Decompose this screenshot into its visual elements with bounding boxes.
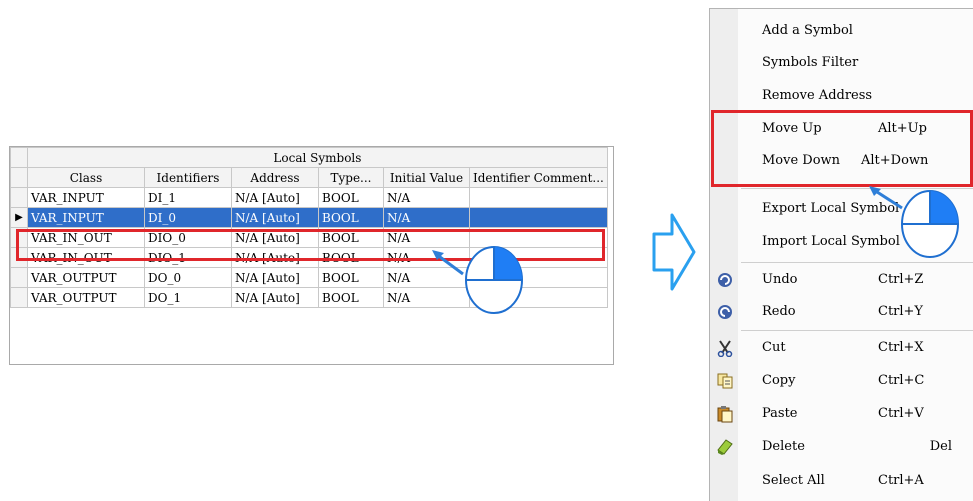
row-header[interactable] [10,287,28,308]
menu-item-paste[interactable]: Paste Ctrl+V [710,398,973,430]
copy-icon [717,373,733,389]
menu-item-shortcut: Ctrl+X [878,340,924,355]
right-click-mouse-icon [432,246,523,314]
scissors-icon [717,340,733,357]
menu-item-remove-address[interactable]: Remove Address [710,80,973,112]
menu-item-label: Remove Address [762,88,873,103]
menu-item-select-all[interactable]: Select All Ctrl+A [710,465,973,497]
menu-separator [741,262,973,263]
menu-item-shortcut: Del [929,439,952,454]
column-header-identifier-comment[interactable]: Identifier Comment... [469,167,608,188]
cell-identifier[interactable]: DO_0 [144,267,232,288]
row-header[interactable] [10,187,28,208]
menu-item-shortcut: Ctrl+C [878,373,925,388]
cell-identifier[interactable]: DI_0 [144,207,232,228]
table-row[interactable]: VAR_INPUT DI_1 N/A [Auto] BOOL N/A [10,187,608,208]
undo-icon [718,273,732,287]
menu-item-copy[interactable]: Copy Ctrl+C [710,365,973,397]
header-corner [10,147,28,168]
paste-icon [717,406,733,423]
column-header-class[interactable]: Class [27,167,145,188]
table-row-selected[interactable]: ▶ VAR_INPUT DI_0 N/A [Auto] BOOL N/A [10,207,608,228]
cell-type[interactable]: BOOL [318,187,384,208]
column-header-type[interactable]: Type... [318,167,384,188]
right-arrow-icon [652,213,696,291]
menu-separator [741,330,973,331]
cell-initial-value[interactable]: N/A [383,207,470,228]
left-click-mouse-icon [869,186,959,258]
cell-identifier[interactable]: DO_1 [144,287,232,308]
cell-type[interactable]: BOOL [318,287,384,308]
menu-item-undo[interactable]: Undo Ctrl+Z [710,264,973,296]
column-header-initial-value[interactable]: Initial Value [383,167,470,188]
row-header[interactable] [10,267,28,288]
cell-comment[interactable] [469,187,608,208]
menu-item-shortcut: Ctrl+Y [878,304,924,319]
cell-type[interactable]: BOOL [318,207,384,228]
menu-item-label: Cut [762,340,786,355]
menu-item-shortcut: Ctrl+A [878,473,924,488]
cell-class[interactable]: VAR_INPUT [27,187,145,208]
eraser-icon [717,439,733,455]
menu-item-shortcut: Ctrl+V [878,406,924,421]
menu-item-label: Copy [762,373,796,388]
menu-item-label: Redo [762,304,796,319]
menu-item-shortcut: Ctrl+Z [878,272,924,287]
header-corner [10,167,28,188]
menu-item-redo[interactable]: Redo Ctrl+Y [710,296,973,328]
cell-initial-value[interactable]: N/A [383,187,470,208]
menu-item-label: Delete [762,439,805,454]
cell-class[interactable]: VAR_OUTPUT [27,267,145,288]
move-items-highlight-box [711,110,973,187]
row-indicator-icon[interactable]: ▶ [10,207,28,228]
cell-address[interactable]: N/A [Auto] [231,287,319,308]
table-title: Local Symbols [27,147,608,168]
cell-address[interactable]: N/A [Auto] [231,207,319,228]
cell-identifier[interactable]: DI_1 [144,187,232,208]
menu-item-add-symbol[interactable]: Add a Symbol [710,15,973,47]
cell-class[interactable]: VAR_OUTPUT [27,287,145,308]
menu-item-label: Symbols Filter [762,55,859,70]
cell-class[interactable]: VAR_INPUT [27,207,145,228]
menu-item-cut[interactable]: Cut Ctrl+X [710,332,973,364]
cell-type[interactable]: BOOL [318,267,384,288]
cell-address[interactable]: N/A [Auto] [231,187,319,208]
menu-item-label: Undo [762,272,798,287]
menu-item-symbols-filter[interactable]: Symbols Filter [710,47,973,79]
menu-item-delete[interactable]: Delete Del [710,431,973,463]
redo-icon [718,305,732,319]
menu-item-label: Select All [762,473,825,488]
column-header-identifiers[interactable]: Identifiers [144,167,232,188]
cell-address[interactable]: N/A [Auto] [231,267,319,288]
cell-comment[interactable] [469,207,608,228]
menu-item-label: Paste [762,406,798,421]
column-header-address[interactable]: Address [231,167,319,188]
menu-item-label: Add a Symbol [762,23,853,38]
